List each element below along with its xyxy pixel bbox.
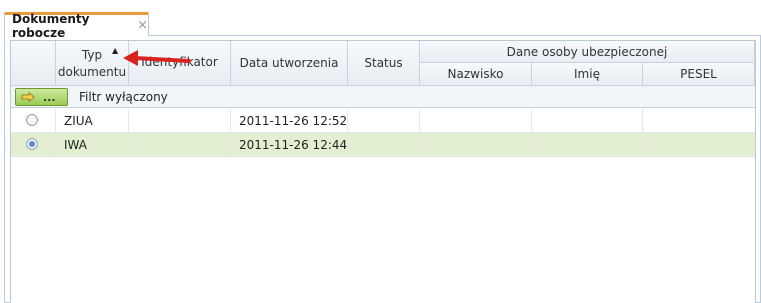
cell-typ-value: IWA [64,138,87,152]
header-group-dane-osoby: Dane osoby ubezpieczonej [420,41,755,63]
header-imie[interactable]: Imię [532,63,643,86]
red-arrow-icon [123,50,191,66]
cell-pesel [643,133,755,156]
header-group-label: Dane osoby ubezpieczonej [506,45,668,59]
header-nazwisko-label: Nazwisko [447,67,504,81]
filter-button-dots: ... [43,90,56,104]
row-select-cell [11,109,56,132]
cell-data: 2011-11-26 12:52 [231,109,348,132]
header-pesel-label: PESEL [680,67,717,81]
header-status-label: Status [364,56,403,70]
header-typ-line2: dokumentu [57,65,127,79]
cell-nazwisko [420,133,532,156]
table-row[interactable]: ZIUA 2011-11-26 12:52 [11,109,755,133]
cell-data-value: 2011-11-26 12:44 [239,138,348,152]
table-row[interactable]: IWA 2011-11-26 12:44 [11,133,755,157]
cell-data: 2011-11-26 12:44 [231,133,348,156]
cell-imie [532,109,643,132]
header-data-label: Data utworzenia [239,56,339,70]
cell-nazwisko [420,109,532,132]
cell-typ: ZIUA [56,109,129,132]
filter-row: ... Filtr wyłączony [11,86,755,108]
header-typ-dokumentu[interactable]: Typ dokumentu ▲ [56,41,129,86]
filter-status-label: Filtr wyłączony [79,90,168,104]
header-pesel[interactable]: PESEL [643,63,755,86]
tab-title: Dokumenty robocze [12,11,90,40]
cell-identyfikator [129,133,231,156]
cell-pesel [643,109,755,132]
sort-ascending-icon: ▲ [112,46,119,55]
filter-arrow-icon [21,92,35,102]
row-select-cell [11,133,56,156]
row-radio[interactable] [26,114,38,126]
row-radio[interactable] [26,138,38,150]
header-status[interactable]: Status [348,41,420,86]
filter-button[interactable]: ... [15,88,68,106]
header-nazwisko[interactable]: Nazwisko [420,63,532,86]
header-select-column [11,41,56,86]
cell-typ: IWA [56,133,129,156]
cell-status [348,109,420,132]
cell-imie [532,133,643,156]
cell-typ-value: ZIUA [64,114,93,128]
cell-data-value: 2011-11-26 12:52 [239,114,348,128]
header-imie-label: Imię [574,67,600,81]
tab-dokumenty-robocze[interactable]: Dokumenty robocze × [4,12,149,40]
cell-status [348,133,420,156]
close-icon[interactable]: × [137,19,148,32]
documents-grid: Typ dokumentu ▲ Identyfikator Data utwor… [10,40,756,303]
header-data-utworzenia[interactable]: Data utworzenia [231,41,348,86]
cell-identyfikator [129,109,231,132]
